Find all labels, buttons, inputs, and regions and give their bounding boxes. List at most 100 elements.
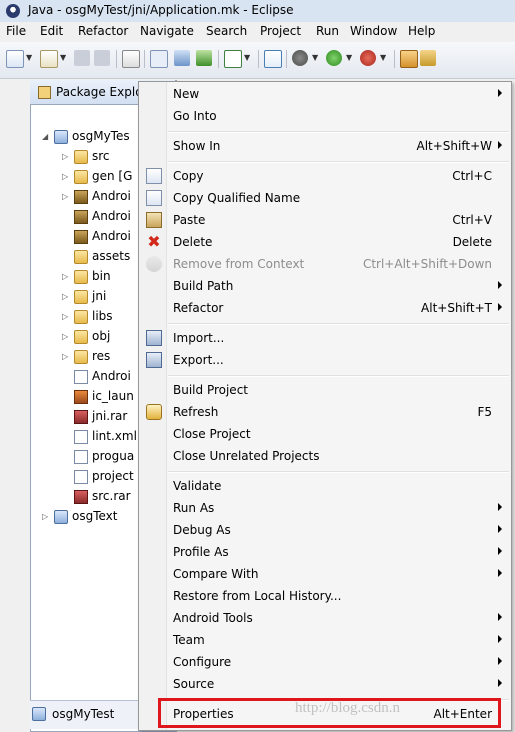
tree-item-assets[interactable]: assets bbox=[62, 248, 138, 266]
tree-item-android-library[interactable]: Androi bbox=[62, 208, 138, 226]
save-all-icon[interactable] bbox=[94, 50, 110, 66]
open-type-icon[interactable] bbox=[420, 50, 436, 66]
expanded-arrow-icon[interactable]: ◢ bbox=[42, 132, 50, 141]
tree-item-jni-rar[interactable]: jni.rar bbox=[62, 408, 138, 426]
chevron-down-icon[interactable]: ▼ bbox=[60, 53, 66, 62]
menu-project[interactable]: Project bbox=[260, 24, 301, 38]
menu-item-close-project[interactable]: Close Project bbox=[140, 423, 510, 445]
tree-item-ic-launcher[interactable]: ic_laun bbox=[62, 388, 138, 406]
menu-search[interactable]: Search bbox=[206, 24, 247, 38]
tree-item-gen[interactable]: ▷ gen [G bbox=[62, 168, 138, 186]
debug-icon[interactable] bbox=[292, 50, 308, 66]
menu-item-restore-from-local-history[interactable]: Restore from Local History... bbox=[140, 585, 510, 607]
menu-item-copy[interactable]: Copy Ctrl+C bbox=[140, 165, 510, 187]
new-class-icon[interactable] bbox=[264, 50, 282, 68]
menu-item-run-as[interactable]: Run As bbox=[140, 497, 510, 519]
tree-item-osgtext[interactable]: ▷ osgText bbox=[42, 508, 138, 526]
menu-item-compare-with[interactable]: Compare With bbox=[140, 563, 510, 585]
toggle-mark-icon[interactable] bbox=[150, 50, 168, 68]
collapsed-arrow-icon[interactable]: ▷ bbox=[62, 312, 70, 321]
menu-navigate[interactable]: Navigate bbox=[140, 24, 194, 38]
menu-item-validate[interactable]: Validate bbox=[140, 475, 510, 497]
menu-item-label: Build Path bbox=[173, 279, 234, 293]
android-sdk-icon[interactable] bbox=[196, 50, 212, 66]
tree-item-label: obj bbox=[92, 329, 111, 343]
menu-item-go-into[interactable]: Go Into bbox=[140, 105, 510, 127]
menu-refactor[interactable]: Refactor bbox=[78, 24, 128, 38]
run-icon[interactable] bbox=[326, 50, 342, 66]
save-icon[interactable] bbox=[74, 50, 90, 66]
binary-icon[interactable] bbox=[122, 50, 140, 68]
menu-item-close-unrelated-projects[interactable]: Close Unrelated Projects bbox=[140, 445, 510, 467]
collapsed-arrow-icon[interactable] bbox=[62, 252, 70, 260]
menu-item-source[interactable]: Source bbox=[140, 673, 510, 695]
tree-item-src[interactable]: ▷ src bbox=[62, 148, 138, 166]
collapsed-arrow-icon[interactable]: ▷ bbox=[62, 292, 70, 301]
tree-item-osgmytest[interactable]: ◢ osgMyTes bbox=[42, 128, 138, 146]
library-icon bbox=[74, 230, 88, 244]
package-icon[interactable] bbox=[400, 50, 418, 68]
tree-item-src-rar[interactable]: src.rar bbox=[62, 488, 138, 506]
tree-item-android-library[interactable]: ▷ Androi bbox=[62, 188, 138, 206]
menu-item-build-path[interactable]: Build Path bbox=[140, 275, 510, 297]
menu-help[interactable]: Help bbox=[408, 24, 435, 38]
menu-separator bbox=[168, 375, 509, 377]
delete-icon: ✖ bbox=[147, 232, 161, 251]
chevron-down-icon[interactable]: ▼ bbox=[312, 53, 318, 62]
menu-file[interactable]: File bbox=[6, 24, 26, 38]
tree-item-libs[interactable]: ▷ libs bbox=[62, 308, 138, 326]
collapsed-arrow-icon[interactable] bbox=[62, 232, 70, 240]
new-wizard-icon[interactable] bbox=[6, 50, 24, 68]
new-file-icon[interactable] bbox=[40, 50, 58, 68]
tree-item-android-library[interactable]: Androi bbox=[62, 228, 138, 246]
tree-item-bin[interactable]: ▷ bin bbox=[62, 268, 138, 286]
submenu-arrow-icon bbox=[498, 141, 502, 149]
tree-item-android-manifest[interactable]: Androi bbox=[62, 368, 138, 386]
tree-item-lint-xml[interactable]: lint.xml bbox=[62, 428, 138, 446]
chevron-down-icon[interactable]: ▼ bbox=[26, 53, 32, 62]
collapsed-arrow-icon[interactable]: ▷ bbox=[62, 352, 70, 361]
menu-item-export[interactable]: Export... bbox=[140, 349, 510, 371]
chevron-down-icon[interactable]: ▼ bbox=[380, 53, 386, 62]
menu-item-android-tools[interactable]: Android Tools bbox=[140, 607, 510, 629]
checkbox-icon[interactable] bbox=[224, 50, 242, 68]
tree-item-label: jni.rar bbox=[92, 409, 128, 423]
menu-run[interactable]: Run bbox=[316, 24, 339, 38]
collapsed-arrow-icon[interactable]: ▷ bbox=[42, 512, 50, 521]
menu-edit[interactable]: Edit bbox=[40, 24, 63, 38]
chevron-down-icon[interactable]: ▼ bbox=[346, 53, 352, 62]
tree-item-proguard[interactable]: progua bbox=[62, 448, 138, 466]
menu-item-paste[interactable]: Paste Ctrl+V bbox=[140, 209, 510, 231]
menu-item-shortcut: F5 bbox=[477, 405, 492, 419]
menu-item-refactor[interactable]: Refactor Alt+Shift+T bbox=[140, 297, 510, 319]
download-icon[interactable] bbox=[174, 50, 190, 66]
menu-item-team[interactable]: Team bbox=[140, 629, 510, 651]
menu-item-configure[interactable]: Configure bbox=[140, 651, 510, 673]
menu-window[interactable]: Window bbox=[350, 24, 397, 38]
menu-item-build-project[interactable]: Build Project bbox=[140, 379, 510, 401]
menu-item-new[interactable]: New bbox=[140, 83, 510, 105]
menu-item-delete[interactable]: ✖ Delete Delete bbox=[140, 231, 510, 253]
chevron-down-icon[interactable]: ▼ bbox=[244, 53, 250, 62]
collapsed-arrow-icon[interactable] bbox=[62, 212, 70, 220]
menu-item-debug-as[interactable]: Debug As bbox=[140, 519, 510, 541]
context-menu: New Go Into Show In Alt+Shift+W Copy Ctr… bbox=[138, 81, 512, 731]
menu-item-show-in[interactable]: Show In Alt+Shift+W bbox=[140, 135, 510, 157]
menu-item-import[interactable]: Import... bbox=[140, 327, 510, 349]
menu-item-copy-qualified-name[interactable]: Copy Qualified Name bbox=[140, 187, 510, 209]
collapsed-arrow-icon[interactable]: ▷ bbox=[62, 272, 70, 281]
collapsed-arrow-icon[interactable]: ▷ bbox=[62, 172, 70, 181]
menu-item-refresh[interactable]: Refresh F5 bbox=[140, 401, 510, 423]
menu-item-profile-as[interactable]: Profile As bbox=[140, 541, 510, 563]
tree-item-res[interactable]: ▷ res bbox=[62, 348, 138, 366]
tree-item-obj[interactable]: ▷ obj bbox=[62, 328, 138, 346]
collapsed-arrow-icon[interactable]: ▷ bbox=[62, 152, 70, 161]
tree-item-project-properties[interactable]: project bbox=[62, 468, 138, 486]
folder-icon bbox=[74, 350, 88, 364]
tree-item-jni[interactable]: ▷ jni bbox=[62, 288, 138, 306]
copy-qualified-name-icon bbox=[146, 190, 162, 206]
collapsed-arrow-icon[interactable]: ▷ bbox=[62, 192, 70, 201]
external-tools-icon[interactable] bbox=[360, 50, 376, 66]
collapsed-arrow-icon[interactable]: ▷ bbox=[62, 332, 70, 341]
